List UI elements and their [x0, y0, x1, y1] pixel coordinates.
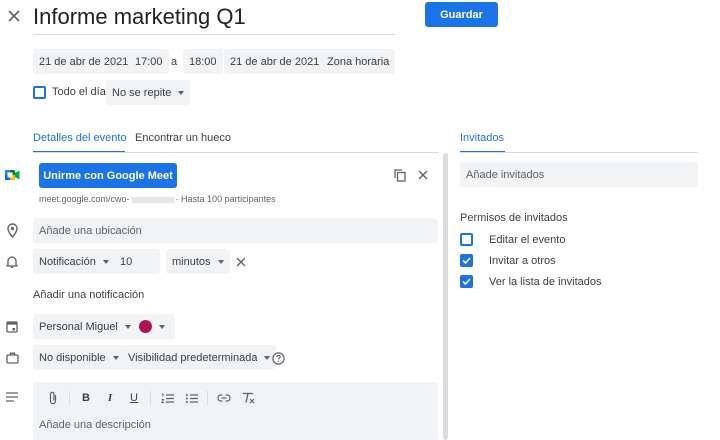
calendar-icon: [5, 318, 19, 334]
remove-notification-close-icon[interactable]: [235, 256, 247, 268]
bold-icon[interactable]: B: [78, 390, 94, 406]
all-day-label: Todo el día: [52, 86, 106, 98]
clear-formatting-icon[interactable]: [240, 390, 256, 406]
attachment-icon[interactable]: [45, 390, 61, 406]
permission-checkbox-invite[interactable]: [460, 254, 473, 267]
availability-select[interactable]: No disponible: [33, 345, 125, 370]
tab-event-details[interactable]: Detalles del evento: [33, 132, 127, 144]
end-time-chip[interactable]: 18:00: [183, 49, 223, 74]
toolbar-divider: [150, 391, 151, 405]
start-time-chip[interactable]: 17:00: [129, 49, 169, 74]
event-title-input[interactable]: Informe marketing Q1: [33, 4, 246, 30]
numbered-list-icon[interactable]: [159, 390, 175, 406]
description-placeholder: Añade una descripción: [39, 419, 151, 431]
description-lines-icon: [5, 390, 19, 404]
event-color-select[interactable]: [133, 314, 175, 339]
chevron-down-icon: [159, 324, 165, 329]
add-guests-input[interactable]: Añade invitados: [460, 162, 698, 187]
permission-label-edit: Editar el evento: [489, 234, 566, 246]
notification-type-value: Notificación: [39, 255, 96, 268]
meet-link-prefix: meet.google.com/cwo-: [39, 194, 130, 204]
close-icon[interactable]: [6, 8, 22, 24]
chevron-down-icon: [264, 355, 271, 360]
description-toolbar: B I U: [45, 390, 256, 406]
guest-permissions-title: Permisos de invitados: [460, 212, 568, 224]
start-date-chip[interactable]: 21 de abr de 2021: [33, 49, 135, 74]
time-separator: a: [171, 56, 178, 68]
calendar-owner-value: Personal Miguel: [39, 320, 118, 333]
meet-code-redacted: [131, 196, 174, 203]
permission-label-invite: Invitar a otros: [489, 255, 556, 267]
meet-link[interactable]: meet.google.com/cwo- · Hasta 100 particip…: [39, 194, 276, 204]
chevron-down-icon: [124, 324, 131, 329]
tab-guests[interactable]: Invitados: [460, 132, 504, 144]
timezone-button[interactable]: Zona horaria: [321, 49, 396, 74]
tab-find-slot[interactable]: Encontrar un hueco: [135, 132, 231, 144]
chevron-down-icon: [102, 259, 109, 264]
chevron-down-icon: [112, 355, 119, 360]
calendar-owner-select[interactable]: Personal Miguel: [33, 314, 137, 339]
guests-divider: [460, 152, 698, 153]
all-day-checkbox[interactable]: [33, 86, 46, 99]
google-meet-icon: [4, 167, 20, 183]
location-input[interactable]: Añade una ubicación: [33, 218, 438, 243]
visibility-select[interactable]: Visibilidad predeterminada: [122, 345, 277, 370]
briefcase-icon: [5, 350, 19, 366]
scrollbar[interactable]: [443, 153, 448, 440]
underline-icon[interactable]: U: [126, 390, 142, 406]
repeat-select[interactable]: No se repite: [106, 80, 191, 105]
event-color-swatch: [139, 320, 152, 333]
help-circle-icon[interactable]: [271, 351, 285, 365]
notification-unit-value: minutos: [172, 255, 211, 268]
chevron-down-icon: [178, 90, 185, 95]
notification-unit-select[interactable]: minutos: [166, 249, 230, 274]
remove-meet-close-icon[interactable]: [417, 169, 429, 181]
bulleted-list-icon[interactable]: [183, 390, 199, 406]
toolbar-divider: [207, 391, 208, 405]
meet-participants-note: · Hasta 100 participantes: [175, 194, 276, 204]
tabs-divider: [33, 152, 439, 153]
notification-type-select[interactable]: Notificación: [33, 249, 115, 274]
permission-checkbox-edit[interactable]: [460, 233, 473, 246]
italic-icon[interactable]: I: [102, 390, 118, 406]
repeat-value: No se repite: [112, 86, 172, 99]
join-google-meet-button[interactable]: Unirme con Google Meet: [39, 163, 177, 188]
save-button[interactable]: Guardar: [425, 2, 498, 27]
chevron-down-icon: [217, 259, 224, 264]
end-date-chip[interactable]: 21 de abr de 2021: [224, 49, 326, 74]
permission-label-see-list: Ver la lista de invitados: [489, 276, 602, 288]
copy-icon[interactable]: [393, 168, 407, 182]
notification-amount-input[interactable]: 10: [114, 249, 160, 274]
bell-icon: [5, 254, 19, 270]
availability-value: No disponible: [39, 351, 106, 364]
permission-checkbox-see-list[interactable]: [460, 275, 473, 288]
visibility-value: Visibilidad predeterminada: [128, 351, 258, 364]
location-pin-icon: [5, 222, 19, 238]
add-notification-link[interactable]: Añadir una notificación: [33, 289, 144, 301]
checkmark-icon: [462, 278, 471, 285]
checkmark-icon: [462, 257, 471, 264]
title-underline: [33, 34, 396, 35]
description-editor[interactable]: B I U Añade una descripción: [33, 382, 438, 440]
toolbar-divider: [69, 391, 70, 405]
link-icon[interactable]: [216, 390, 232, 406]
